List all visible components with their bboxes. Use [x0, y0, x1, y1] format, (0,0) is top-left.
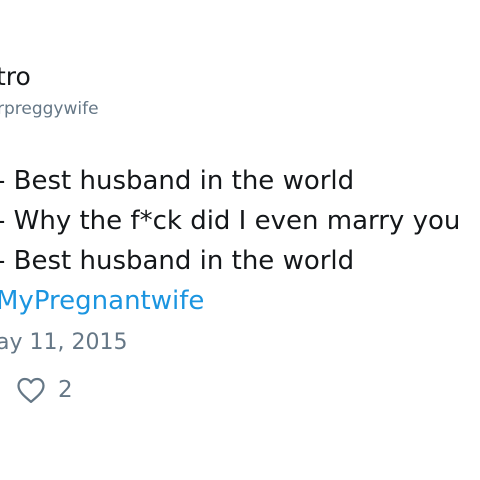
tweet-text-line: - Best husband in the world — [0, 246, 355, 276]
tweet-text-line: - Best husband in the world — [0, 166, 355, 196]
tweet-card: tro rpreggywife - Best husband in the wo… — [0, 0, 480, 480]
heart-outline-icon — [17, 377, 45, 403]
hashtag-link[interactable]: MyPregnantwife — [0, 286, 204, 316]
author-handle[interactable]: rpreggywife — [0, 99, 99, 119]
tweet-text-line: - Why the f*ck did I even marry you — [0, 206, 461, 236]
tweet-timestamp[interactable]: ay 11, 2015 — [0, 330, 127, 355]
author-display-name[interactable]: tro — [0, 62, 31, 91]
like-button[interactable]: 2 — [16, 376, 73, 404]
like-count: 2 — [58, 377, 73, 403]
